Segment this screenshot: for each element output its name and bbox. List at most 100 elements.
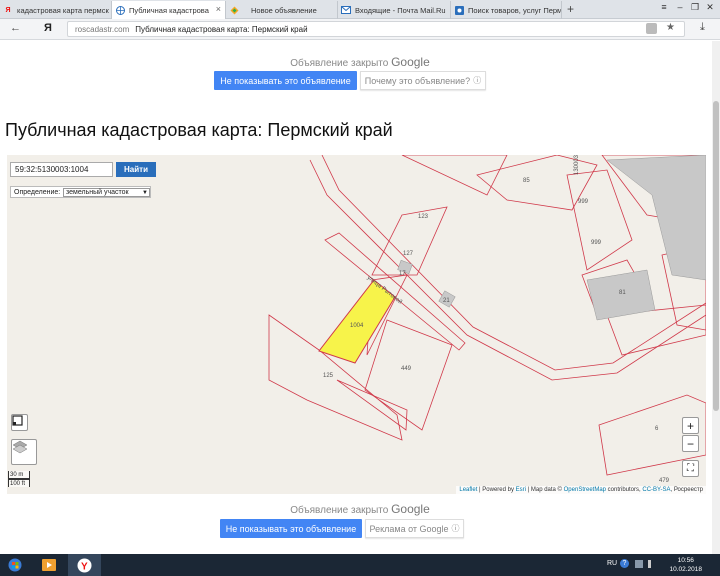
bookmark-star-icon[interactable]: ★ [666, 22, 675, 33]
network-icon[interactable] [635, 560, 643, 568]
help-icon[interactable]: ? [620, 559, 629, 568]
parcel-label: 85 [523, 178, 530, 184]
layers-icon[interactable] [11, 439, 37, 465]
parcel-label: 123 [418, 214, 429, 220]
parcel-label: 17 [399, 271, 406, 277]
windows-taskbar: Y RU ? 10:56 10.02.2018 [0, 554, 720, 576]
language-indicator[interactable]: RU [607, 560, 617, 567]
zoom-in-button[interactable]: + [682, 417, 699, 434]
ad-closed-text: Объявление закрыто [290, 58, 389, 69]
tab-title: Публичная кадастрова [129, 5, 209, 15]
tab-title: Поиск товаров, услуг Перм [468, 5, 561, 15]
layer-square-icon[interactable] [11, 414, 28, 431]
parcel-label: 449 [401, 366, 412, 372]
clock-date: 10.02.2018 [669, 566, 702, 573]
parcel-label: 999 [578, 199, 589, 205]
media-player-icon[interactable] [34, 554, 64, 576]
attribution-text: | Map data © [525, 487, 564, 493]
cadastral-map[interactable]: 123 127 17 1004 125 449 21 85 999 999 81… [7, 155, 706, 494]
mail-icon [341, 5, 351, 15]
tab-cadastral-map[interactable]: Публичная кадастрова × [112, 1, 226, 19]
definition-label: Определение: [14, 188, 61, 196]
download-icon[interactable]: ⤓ [700, 21, 705, 34]
definition-select[interactable]: земельный участок ▼ [63, 188, 150, 197]
definition-value: земельный участок [66, 189, 129, 196]
tab-title: Новое объявление [251, 5, 317, 15]
tab-yandex-search[interactable]: Я кадастровая карта пермск [0, 1, 112, 19]
scale-feet: 100 ft [8, 479, 30, 487]
attribution-text: | Powered by [477, 487, 516, 493]
chevron-down-icon: ▼ [142, 190, 148, 196]
tab-avito[interactable]: Поиск товаров, услуг Перм [451, 1, 562, 19]
maximize-icon[interactable]: ❐ [688, 2, 702, 13]
tab-title: Входящие - Почта Mail.Ru [355, 5, 446, 15]
parcel-label: 6 [655, 426, 659, 432]
fullscreen-icon[interactable]: ⛶ [682, 460, 699, 477]
info-icon: ⓘ [451, 524, 460, 533]
tab-title: кадастровая карта пермск [17, 5, 109, 15]
page-action-icon[interactable] [646, 23, 657, 34]
globe-icon [115, 5, 125, 15]
why-this-ad-button[interactable]: Почему это объявление? ⓘ [360, 71, 486, 90]
parcel-label: 127 [403, 251, 414, 257]
clock[interactable]: 10:56 10.02.2018 [669, 556, 702, 574]
ad-closed-text: Объявление закрыто [290, 505, 389, 516]
menu-icon[interactable]: ≡ [657, 2, 671, 12]
map-attribution: Leaflet | Powered by Esri | Map data © O… [456, 486, 706, 494]
close-icon[interactable]: × [216, 4, 221, 14]
why-ad-label: Почему это объявление? [364, 75, 471, 86]
address-bar: ← Я roscadastr.com Публичная кадастровая… [0, 19, 720, 40]
scale-meters: 30 m [8, 471, 30, 479]
google-logo: Google [391, 502, 430, 516]
cadastral-number-input[interactable]: 59:32:5130003:1004 [10, 162, 113, 177]
leaflet-link[interactable]: Leaflet [459, 487, 477, 493]
parcel-label: 21 [443, 298, 450, 304]
parcel-label: 81 [619, 290, 626, 296]
hide-ad-button-bottom[interactable]: Не показывать это объявление [220, 519, 362, 538]
start-button[interactable] [0, 554, 30, 576]
url-page-title: Публичная кадастровая карта: Пермский кр… [135, 24, 308, 34]
info-icon: ⓘ [473, 76, 482, 85]
zoom-out-button[interactable]: − [682, 435, 699, 452]
find-button[interactable]: Найти [116, 162, 156, 177]
ads-by-google-button[interactable]: Реклама от Google ⓘ [365, 519, 464, 538]
attribution-text: contributors, [606, 487, 643, 493]
google-logo: Google [391, 55, 430, 69]
parcel-label: 125 [323, 373, 334, 379]
minimize-icon[interactable]: – [673, 2, 687, 12]
diamond-icon [229, 5, 239, 15]
parcel-label: 999 [591, 240, 602, 246]
cc-link[interactable]: CC-BY-SA [642, 487, 670, 493]
esri-link[interactable]: Esri [516, 487, 526, 493]
volume-icon[interactable] [648, 560, 656, 568]
map-scale: 30 m 100 ft [8, 471, 30, 487]
svg-text:Y: Y [81, 561, 88, 572]
tab-new-ad[interactable]: Новое объявление [226, 1, 338, 19]
page-scrollbar[interactable] [712, 41, 720, 554]
hide-ad-button-top[interactable]: Не показывать это объявление [214, 71, 357, 90]
back-arrow-icon[interactable]: ← [10, 22, 21, 34]
ads-by-google-label: Реклама от Google [369, 523, 449, 534]
yandex-icon: Я [5, 6, 11, 14]
yandex-browser-taskbar-icon[interactable]: Y [68, 554, 101, 576]
url-domain: roscadastr.com [75, 24, 130, 34]
close-window-icon[interactable]: ✕ [703, 2, 717, 13]
yandex-logo-icon[interactable]: Я [44, 22, 52, 34]
clock-time: 10:56 [677, 557, 694, 564]
parcel-label: 130003 [574, 155, 580, 175]
parcel-label: 1004 [350, 323, 364, 329]
ad-closed-notice-bottom: Объявление закрыто Google [220, 502, 500, 516]
new-tab-button[interactable]: + [567, 2, 574, 16]
tab-strip: Я кадастровая карта пермск Публичная кад… [0, 0, 720, 19]
scrollbar-thumb[interactable] [713, 101, 719, 411]
tab-mail[interactable]: Входящие - Почта Mail.Ru [338, 1, 451, 19]
page-title: Публичная кадастровая карта: Пермский кр… [5, 120, 393, 140]
buildings [397, 155, 706, 321]
attribution-text: , Росреестр [670, 487, 703, 493]
url-field[interactable]: roscadastr.com Публичная кадастровая кар… [67, 21, 685, 37]
definition-row: Определение: земельный участок ▼ [10, 186, 151, 198]
parcel-label: 479 [659, 478, 670, 484]
avito-icon [454, 5, 464, 15]
map-canvas[interactable]: 123 127 17 1004 125 449 21 85 999 999 81… [7, 155, 706, 494]
osm-link[interactable]: OpenStreetMap [564, 487, 606, 493]
